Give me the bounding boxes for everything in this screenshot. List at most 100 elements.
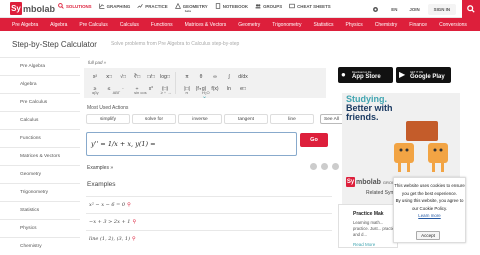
tab-greek-upper[interactable]: ABΓ bbox=[113, 90, 121, 95]
keypad-row-1: x² x□ √□ ∛□ □/□ log□ π θ ∞ ∫ d/dx bbox=[88, 71, 250, 82]
category-finance[interactable]: Finance bbox=[409, 22, 427, 28]
symbolab-logo[interactable]: Sy mbolab bbox=[10, 2, 55, 15]
category-geometry[interactable]: Geometry bbox=[238, 22, 260, 28]
title-bar: Step-by-Step Calculator Solve problems f… bbox=[0, 31, 480, 57]
tab-operators[interactable]: ≥ ÷ → bbox=[161, 90, 172, 95]
settings-icon[interactable] bbox=[372, 6, 379, 13]
category-calculus[interactable]: Calculus bbox=[120, 22, 139, 28]
search-button[interactable] bbox=[462, 0, 480, 18]
example-text: line (1, 2), (3, 1) bbox=[89, 236, 131, 242]
action-line[interactable]: line bbox=[270, 114, 314, 124]
key-derivative[interactable]: d/dx bbox=[236, 71, 250, 82]
logo-mark: Sy bbox=[10, 2, 22, 15]
key-cbrt[interactable]: ∛□ bbox=[130, 71, 144, 82]
promo-line-2: Better with friends. bbox=[346, 103, 393, 122]
accept-button[interactable]: Accept bbox=[416, 231, 440, 240]
promo-illustration bbox=[394, 121, 448, 172]
cookie-text-1: This website uses cookies to ensure you … bbox=[394, 183, 465, 196]
full-pad-link[interactable]: full pad » bbox=[88, 60, 330, 65]
search-icon bbox=[467, 5, 475, 13]
keypad-tabs: αβγ ABΓ sin cos ≥ ÷ → π H₂O bbox=[92, 90, 224, 95]
nav-solutions[interactable]: SOLUTIONS bbox=[58, 3, 92, 9]
logo-mark: Sy bbox=[346, 177, 355, 187]
sidebar-item-matrices-vectors[interactable]: Matrices & Vectors bbox=[0, 147, 80, 165]
action-solve-for[interactable]: solve for bbox=[132, 114, 176, 124]
nav-practice[interactable]: PRACTICE bbox=[137, 3, 168, 9]
page-subtitle: Solve problems from Pre Algebra to Calcu… bbox=[110, 41, 240, 47]
action-inverse[interactable]: inverse bbox=[178, 114, 222, 124]
blog-post-excerpt: Learning math... practice. Just... pract… bbox=[353, 220, 397, 237]
key-sqrt[interactable]: √□ bbox=[116, 71, 130, 82]
sidebar-item-pre-algebra[interactable]: Pre Algebra bbox=[0, 57, 80, 75]
blog-post-card[interactable]: Practice Mak Learning math... practice. … bbox=[338, 204, 398, 248]
tab-trig[interactable]: sin cos bbox=[134, 90, 146, 95]
action-tangent[interactable]: tangent bbox=[224, 114, 268, 124]
key-ln[interactable]: ln bbox=[222, 83, 236, 94]
go-button[interactable]: Go bbox=[300, 133, 328, 147]
print-icon[interactable] bbox=[321, 163, 328, 170]
key-log[interactable]: log□ bbox=[158, 71, 172, 82]
join-link[interactable]: JOIN bbox=[409, 7, 419, 12]
example-text: −x + 3 > 2x + 1 bbox=[89, 219, 131, 225]
sidebar-item-physics[interactable]: Physics bbox=[0, 219, 80, 237]
category-matrices-vectors[interactable]: Matrices & Vectors bbox=[185, 22, 227, 28]
tab-greek-lower[interactable]: αβγ bbox=[92, 90, 99, 95]
signin-button[interactable]: SIGN IN bbox=[427, 3, 456, 15]
nav-geometry[interactable]: GEOMETRY beta bbox=[174, 3, 208, 13]
category-chemistry[interactable]: Chemistry bbox=[375, 22, 398, 28]
language-selector[interactable]: EN bbox=[391, 7, 397, 12]
cookie-banner: This website uses cookies to ensure you … bbox=[393, 177, 466, 243]
sidebar-item-functions[interactable]: Functions bbox=[0, 129, 80, 147]
learn-more-link[interactable]: Learn more bbox=[394, 212, 465, 220]
google-play-button[interactable]: ▶ GET IT ON Google Play bbox=[396, 67, 451, 83]
key-integral[interactable]: ∫ bbox=[222, 71, 236, 82]
sidebar-item-chemistry[interactable]: Chemistry bbox=[0, 237, 80, 255]
examples-list: x² − x − 6 = 0 ⚲ −x + 3 > 2x + 1 ⚲ line … bbox=[86, 196, 332, 247]
notebook-icon bbox=[215, 3, 220, 9]
search-icon: ⚲ bbox=[132, 236, 136, 242]
category-trigonometry[interactable]: Trigonometry bbox=[272, 22, 301, 28]
category-statistics[interactable]: Statistics bbox=[314, 22, 334, 28]
sidebar-item-pre-calculus[interactable]: Pre Calculus bbox=[0, 93, 80, 111]
tab-pi[interactable]: π bbox=[185, 90, 188, 95]
read-more-link[interactable]: Read More bbox=[353, 242, 375, 247]
sidebar-item-trigonometry[interactable]: Trigonometry bbox=[0, 183, 80, 201]
list-item[interactable]: x² − x − 6 = 0 ⚲ bbox=[86, 196, 332, 213]
sidebar: Pre Algebra Algebra Pre Calculus Calculu… bbox=[0, 57, 80, 249]
apple-icon: ● bbox=[341, 70, 346, 79]
examples-title: Examples bbox=[87, 181, 116, 188]
key-fraction[interactable]: □/□ bbox=[144, 71, 158, 82]
key-theta[interactable]: θ bbox=[194, 71, 208, 82]
key-pi[interactable]: π bbox=[180, 71, 194, 82]
math-input[interactable]: y'' = 1/x + x, y(1) = bbox=[86, 132, 297, 156]
key-exp[interactable]: e□ bbox=[236, 83, 250, 94]
share-icon[interactable] bbox=[310, 163, 317, 170]
nav-label: GRAPHING bbox=[106, 3, 131, 9]
nav-label: PRACTICE bbox=[145, 3, 168, 9]
nav-graphing[interactable]: GRAPHING bbox=[98, 3, 131, 9]
sidebar-item-algebra[interactable]: Algebra bbox=[0, 75, 80, 93]
list-item[interactable]: −x + 3 > 2x + 1 ⚲ bbox=[86, 213, 332, 230]
category-pre-calculus[interactable]: Pre Calculus bbox=[79, 22, 107, 28]
sidebar-item-calculus[interactable]: Calculus bbox=[0, 111, 80, 129]
tab-chemistry[interactable]: H₂O bbox=[202, 90, 210, 95]
category-functions[interactable]: Functions bbox=[151, 22, 173, 28]
list-item[interactable]: line (1, 2), (3, 1) ⚲ bbox=[86, 230, 332, 247]
category-pre-algebra[interactable]: Pre Algebra bbox=[12, 22, 38, 28]
action-simplify[interactable]: simplify bbox=[86, 114, 130, 124]
nav-notebook[interactable]: NOTEBOOK bbox=[215, 3, 248, 9]
sidebar-item-geometry[interactable]: Geometry bbox=[0, 165, 80, 183]
category-conversions[interactable]: Conversions bbox=[439, 22, 467, 28]
category-physics[interactable]: Physics bbox=[346, 22, 363, 28]
app-store-button[interactable]: ● Download on the App Store bbox=[338, 67, 393, 83]
examples-link[interactable]: Examples » bbox=[87, 165, 113, 171]
nav-cheat-sheets[interactable]: CHEAT SHEETS bbox=[289, 3, 331, 9]
key-infinity[interactable]: ∞ bbox=[208, 71, 222, 82]
category-algebra[interactable]: Algebra bbox=[50, 22, 67, 28]
key-x-squared[interactable]: x² bbox=[88, 71, 102, 82]
nav-groups[interactable]: GROUPS bbox=[255, 3, 282, 9]
practice-icon bbox=[137, 4, 144, 9]
key-x-power[interactable]: x□ bbox=[102, 71, 116, 82]
sidebar-item-statistics[interactable]: Statistics bbox=[0, 201, 80, 219]
logo-text: mbolab bbox=[356, 178, 381, 186]
